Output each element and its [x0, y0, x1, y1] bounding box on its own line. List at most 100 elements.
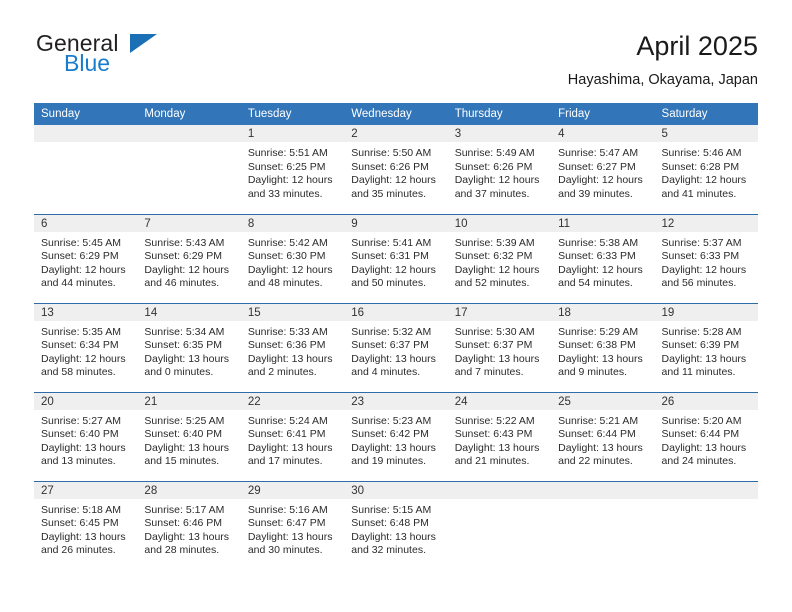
daylight-text-line1: Daylight: 13 hours [351, 441, 436, 454]
calendar-day-cell[interactable]: 12 Sunrise: 5:37 AM Sunset: 6:33 PM Dayligh… [654, 213, 758, 303]
day-details: Sunrise: 5:17 AM Sunset: 6:46 PM Daylight:… [137, 499, 240, 558]
calendar-day-cell[interactable]: 21 Sunrise: 5:25 AM Sunset: 6:40 PM Dayligh… [137, 391, 241, 481]
day-number: 19 [654, 303, 758, 321]
calendar-day-cell[interactable]: 11 Sunrise: 5:38 AM Sunset: 6:33 PM Dayligh… [551, 213, 655, 303]
sunrise-text: Sunrise: 5:45 AM [41, 236, 121, 249]
weekday-header-cell: Tuesday [240, 103, 345, 125]
daylight-text-line1: Daylight: 12 hours [247, 174, 333, 187]
day-number: 4 [551, 125, 655, 142]
daylight-text-line2: and 21 minutes. [454, 455, 530, 468]
calendar-day-cell[interactable]: 26 Sunrise: 5:20 AM Sunset: 6:44 PM Dayligh… [654, 391, 758, 481]
calendar-day-cell[interactable]: 30 Sunrise: 5:15 AM Sunset: 6:48 PM Dayligh… [344, 480, 448, 570]
day-number: 17 [447, 303, 552, 321]
calendar-day-cell[interactable]: 17 Sunrise: 5:30 AM Sunset: 6:37 PM Dayligh… [447, 302, 552, 392]
calendar-week-row: 20 Sunrise: 5:27 AM Sunset: 6:40 PM Dayligh… [34, 391, 758, 481]
daylight-text-line2: and 33 minutes. [247, 187, 323, 200]
daylight-text-line2: and 19 minutes. [351, 455, 426, 468]
day-details: Sunrise: 5:15 AM Sunset: 6:48 PM Daylight:… [344, 499, 447, 558]
calendar-day-cell[interactable]: 3 Sunrise: 5:49 AM Sunset: 6:26 PM Daylight… [447, 125, 552, 214]
day-number: 22 [240, 392, 345, 410]
sunset-text: Sunset: 6:26 PM [351, 160, 429, 173]
calendar-day-cell[interactable]: 4 Sunrise: 5:47 AM Sunset: 6:27 PM Daylight… [551, 125, 655, 214]
calendar-header-row: Sunday Monday Tuesday Wednesday Thursday Frid… [34, 103, 758, 125]
sunrise-text: Sunrise: 5:22 AM [454, 414, 535, 427]
calendar-day-cell[interactable]: 18 Sunrise: 5:29 AM Sunset: 6:38 PM Dayligh… [551, 302, 655, 392]
sunset-text: Sunset: 6:45 PM [41, 517, 119, 530]
day-number: 26 [654, 392, 758, 410]
day-number: 20 [34, 392, 138, 410]
calendar-day-cell[interactable]: 24 Sunrise: 5:22 AM Sunset: 6:43 PM Dayligh… [447, 391, 552, 481]
day-number: 7 [137, 214, 241, 232]
daylight-text-line1: Daylight: 12 hours [558, 263, 643, 276]
daylight-text-line2: and 46 minutes. [144, 277, 220, 290]
sunrise-text: Sunrise: 5:23 AM [351, 414, 432, 427]
sunrise-text: Sunrise: 5:29 AM [558, 325, 639, 338]
weekday-header: Sunday Monday Tuesday Wednesday Thursday Frid… [34, 103, 758, 125]
sunset-text: Sunset: 6:44 PM [558, 428, 636, 441]
sunset-text: Sunset: 6:33 PM [661, 250, 740, 263]
sunset-text: Sunset: 6:40 PM [41, 428, 119, 441]
sunrise-text: Sunrise: 5:20 AM [661, 414, 742, 427]
daylight-text-line1: Daylight: 12 hours [351, 174, 436, 187]
calendar-day-cell[interactable]: 7 Sunrise: 5:43 AM Sunset: 6:29 PM Daylight… [137, 213, 241, 303]
calendar-day-cell[interactable]: 13 Sunrise: 5:35 AM Sunset: 6:34 PM Dayligh… [34, 302, 138, 392]
sunrise-text: Sunrise: 5:37 AM [661, 236, 742, 249]
day-number: 5 [654, 125, 758, 142]
day-number: 14 [137, 303, 241, 321]
daylight-text-line1: Daylight: 13 hours [661, 441, 747, 454]
day-details: Sunrise: 5:33 AM Sunset: 6:36 PM Daylight:… [241, 321, 344, 380]
calendar-day-cell[interactable]: 25 Sunrise: 5:21 AM Sunset: 6:44 PM Dayligh… [551, 391, 655, 481]
day-details: Sunrise: 5:32 AM Sunset: 6:37 PM Daylight:… [344, 321, 447, 380]
calendar-day-cell[interactable]: 20 Sunrise: 5:27 AM Sunset: 6:40 PM Dayligh… [34, 391, 138, 481]
calendar-day-cell[interactable]: 22 Sunrise: 5:24 AM Sunset: 6:41 PM Dayligh… [240, 391, 345, 481]
sunrise-text: Sunrise: 5:17 AM [144, 503, 225, 516]
calendar-day-cell[interactable]: 6 Sunrise: 5:45 AM Sunset: 6:29 PM Daylight… [34, 213, 138, 303]
daylight-text-line1: Daylight: 13 hours [144, 352, 230, 365]
day-details: Sunrise: 5:50 AM Sunset: 6:26 PM Daylight:… [344, 142, 447, 201]
daylight-text-line1: Daylight: 12 hours [454, 263, 540, 276]
day-details: Sunrise: 5:42 AM Sunset: 6:30 PM Daylight:… [241, 232, 344, 291]
calendar-day-cell[interactable]: 23 Sunrise: 5:23 AM Sunset: 6:42 PM Dayligh… [344, 391, 448, 481]
calendar-day-cell[interactable]: 27 Sunrise: 5:18 AM Sunset: 6:45 PM Dayligh… [34, 480, 138, 570]
daylight-text-line2: and 0 minutes. [144, 366, 214, 379]
calendar-day-cell[interactable]: 19 Sunrise: 5:28 AM Sunset: 6:39 PM Dayligh… [654, 302, 758, 392]
sunrise-text: Sunrise: 5:38 AM [558, 236, 639, 249]
sunset-text: Sunset: 6:32 PM [454, 250, 533, 263]
calendar-day-cell[interactable]: 5 Sunrise: 5:46 AM Sunset: 6:28 PM Daylight… [654, 125, 758, 214]
calendar-empty-cell [137, 125, 241, 214]
calendar-day-cell[interactable]: 9 Sunrise: 5:41 AM Sunset: 6:31 PM Daylight… [344, 213, 448, 303]
calendar-day-cell[interactable]: 29 Sunrise: 5:16 AM Sunset: 6:47 PM Dayligh… [240, 480, 345, 570]
daylight-text-line1: Daylight: 13 hours [558, 441, 643, 454]
sunset-text: Sunset: 6:46 PM [144, 517, 223, 530]
calendar-day-cell[interactable]: 14 Sunrise: 5:34 AM Sunset: 6:35 PM Dayligh… [137, 302, 241, 392]
calendar-day-cell[interactable]: 10 Sunrise: 5:39 AM Sunset: 6:32 PM Dayligh… [447, 213, 552, 303]
calendar-empty-cell [654, 480, 758, 570]
calendar-day-cell[interactable]: 1 Sunrise: 5:51 AM Sunset: 6:25 PM Daylight… [240, 125, 345, 214]
day-details: Sunrise: 5:25 AM Sunset: 6:40 PM Daylight:… [137, 410, 240, 469]
calendar-week-row: 1 Sunrise: 5:51 AM Sunset: 6:25 PM Daylight… [34, 125, 758, 214]
day-details: Sunrise: 5:35 AM Sunset: 6:34 PM Daylight:… [34, 321, 137, 380]
sunset-text: Sunset: 6:47 PM [247, 517, 326, 530]
day-details: Sunrise: 5:16 AM Sunset: 6:47 PM Daylight:… [241, 499, 344, 558]
sunset-text: Sunset: 6:27 PM [558, 160, 636, 173]
calendar-day-cell[interactable]: 2 Sunrise: 5:50 AM Sunset: 6:26 PM Daylight… [344, 125, 448, 214]
daylight-text-line2: and 28 minutes. [144, 544, 220, 557]
weekday-header-cell: Thursday [447, 103, 552, 125]
day-number: 25 [551, 392, 655, 410]
calendar-day-cell[interactable]: 16 Sunrise: 5:32 AM Sunset: 6:37 PM Dayligh… [344, 302, 448, 392]
daylight-text-line2: and 15 minutes. [144, 455, 220, 468]
calendar-day-cell[interactable]: 28 Sunrise: 5:17 AM Sunset: 6:46 PM Dayligh… [137, 480, 241, 570]
daylight-text-line2: and 4 minutes. [351, 366, 421, 379]
calendar-table: Sunday Monday Tuesday Wednesday Thursday Frid… [34, 103, 758, 570]
sunset-text: Sunset: 6:42 PM [351, 428, 429, 441]
day-number [447, 481, 552, 499]
day-details: Sunrise: 5:20 AM Sunset: 6:44 PM Daylight:… [655, 410, 758, 469]
daylight-text-line2: and 22 minutes. [558, 455, 633, 468]
daylight-text-line1: Daylight: 12 hours [144, 263, 230, 276]
sunrise-text: Sunrise: 5:16 AM [247, 503, 328, 516]
daylight-text-line1: Daylight: 12 hours [661, 174, 747, 187]
calendar-day-cell[interactable]: 15 Sunrise: 5:33 AM Sunset: 6:36 PM Dayligh… [240, 302, 345, 392]
day-details: Sunrise: 5:21 AM Sunset: 6:44 PM Daylight:… [551, 410, 654, 469]
calendar-day-cell[interactable]: 8 Sunrise: 5:42 AM Sunset: 6:30 PM Daylight… [240, 213, 345, 303]
day-details: Sunrise: 5:39 AM Sunset: 6:32 PM Daylight:… [448, 232, 551, 291]
